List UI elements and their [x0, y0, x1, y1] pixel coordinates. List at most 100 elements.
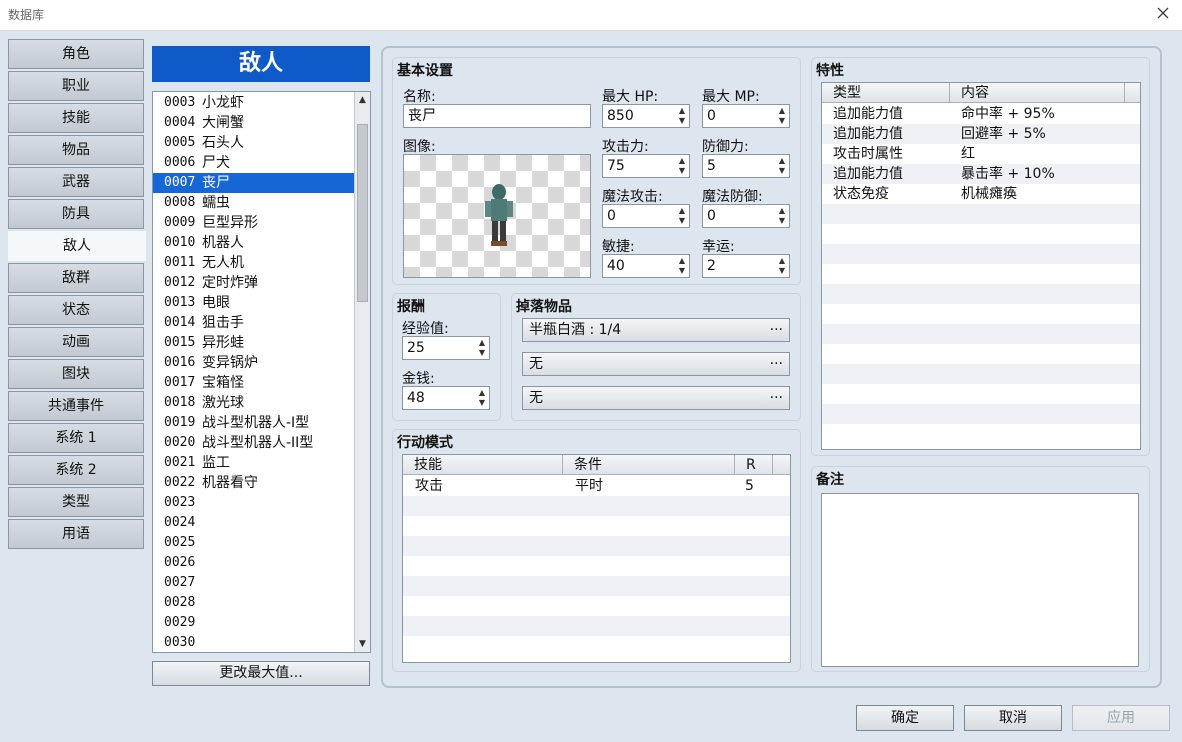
table-row[interactable]: 追加能力值 命中率 + 95% [822, 104, 1140, 124]
m-attack-stepper[interactable]: 0 ▲ ▼ [602, 204, 690, 228]
nav-item-12[interactable]: 系统 1 [8, 423, 144, 453]
list-item[interactable]: 0030 [153, 633, 354, 652]
max-hp-stepper[interactable]: 850 ▲ ▼ [602, 104, 690, 128]
table-row[interactable] [403, 596, 790, 616]
table-row[interactable] [822, 224, 1140, 244]
table-row[interactable]: 攻击时属性 红 [822, 144, 1140, 164]
table-row[interactable] [822, 264, 1140, 284]
table-row[interactable]: 状态免疫 机械瘫痪 [822, 184, 1140, 204]
spin-arrows-icon[interactable]: ▲ ▼ [777, 156, 787, 176]
list-item[interactable]: 0012 定时炸弹 [153, 273, 354, 293]
list-item[interactable]: 0007 丧尸 [153, 173, 354, 193]
drop-item-2[interactable]: 无 ··· [522, 352, 790, 376]
list-item[interactable]: 0009 巨型异形 [153, 213, 354, 233]
scroll-thumb[interactable] [357, 124, 368, 302]
spin-arrows-icon[interactable]: ▲ ▼ [677, 156, 687, 176]
col-condition[interactable]: 条件 [563, 455, 735, 475]
list-item[interactable]: 0022 机器看守 [153, 473, 354, 493]
nav-item-4[interactable]: 武器 [8, 167, 144, 197]
luck-stepper[interactable]: 2 ▲ ▼ [702, 254, 790, 278]
cancel-button[interactable]: 取消 [964, 705, 1062, 731]
list-item[interactable]: 0021 监工 [153, 453, 354, 473]
list-item[interactable]: 0024 [153, 513, 354, 533]
list-item[interactable]: 0008 蠕虫 [153, 193, 354, 213]
table-row[interactable] [822, 304, 1140, 324]
list-item[interactable]: 0023 [153, 493, 354, 513]
col-type[interactable]: 类型 [822, 83, 950, 103]
gold-stepper[interactable]: 48 ▲ ▼ [402, 386, 490, 410]
table-row[interactable] [403, 536, 790, 556]
enemy-image[interactable] [403, 154, 591, 278]
list-item[interactable]: 0004 大闸蟹 [153, 113, 354, 133]
table-row[interactable] [403, 616, 790, 636]
spin-arrows-icon[interactable]: ▲ ▼ [777, 206, 787, 226]
apply-button[interactable]: 应用 [1072, 705, 1170, 731]
table-row[interactable] [822, 404, 1140, 424]
list-item[interactable]: 0027 [153, 573, 354, 593]
scroll-down-icon[interactable]: ▼ [355, 636, 370, 652]
spin-arrows-icon[interactable]: ▲ ▼ [677, 106, 687, 126]
nav-item-0[interactable]: 角色 [8, 39, 144, 69]
list-item[interactable]: 0016 变异锅炉 [153, 353, 354, 373]
table-row[interactable] [822, 424, 1140, 444]
spin-arrows-icon[interactable]: ▲ ▼ [477, 388, 487, 408]
nav-item-5[interactable]: 防具 [8, 199, 144, 229]
list-item[interactable]: 0018 激光球 [153, 393, 354, 413]
table-row[interactable] [822, 384, 1140, 404]
list-item[interactable]: 0020 战斗型机器人-II型 [153, 433, 354, 453]
defense-stepper[interactable]: 5 ▲ ▼ [702, 154, 790, 178]
list-item[interactable]: 0015 异形蛙 [153, 333, 354, 353]
table-row[interactable] [403, 516, 790, 536]
table-row[interactable] [403, 496, 790, 516]
list-item[interactable]: 0029 [153, 613, 354, 633]
spin-arrows-icon[interactable]: ▲ ▼ [677, 256, 687, 276]
nav-item-2[interactable]: 技能 [8, 103, 144, 133]
spin-arrows-icon[interactable]: ▲ ▼ [677, 206, 687, 226]
nav-item-9[interactable]: 动画 [8, 327, 144, 357]
list-item[interactable]: 0014 狙击手 [153, 313, 354, 333]
table-row[interactable] [822, 204, 1140, 224]
nav-item-7[interactable]: 敌群 [8, 263, 144, 293]
list-item[interactable]: 0025 [153, 533, 354, 553]
ok-button[interactable]: 确定 [856, 705, 954, 731]
close-icon[interactable] [1154, 4, 1172, 22]
table-row[interactable] [822, 324, 1140, 344]
spin-arrows-icon[interactable]: ▲ ▼ [777, 106, 787, 126]
nav-item-13[interactable]: 系统 2 [8, 455, 144, 485]
list-item[interactable]: 0013 电眼 [153, 293, 354, 313]
nav-item-10[interactable]: 图块 [8, 359, 144, 389]
list-item[interactable]: 0026 [153, 553, 354, 573]
exp-stepper[interactable]: 25 ▲ ▼ [402, 336, 490, 360]
drop-item-3[interactable]: 无 ··· [522, 386, 790, 410]
spin-arrows-icon[interactable]: ▲ ▼ [477, 338, 487, 358]
name-field[interactable]: 丧尸 [403, 104, 591, 128]
notes-textarea[interactable] [821, 493, 1139, 667]
table-row[interactable]: 追加能力值 暴击率 + 10% [822, 164, 1140, 184]
agility-stepper[interactable]: 40 ▲ ▼ [602, 254, 690, 278]
list-item[interactable]: 0006 尸犬 [153, 153, 354, 173]
enemy-list-scrollbar[interactable]: ▲ ▼ [354, 92, 370, 652]
list-item[interactable]: 0003 小龙虾 [153, 93, 354, 113]
nav-item-3[interactable]: 物品 [8, 135, 144, 165]
col-skill[interactable]: 技能 [403, 455, 563, 475]
drop-item-1[interactable]: 半瓶白酒 : 1/4 ··· [522, 318, 790, 342]
m-defense-stepper[interactable]: 0 ▲ ▼ [702, 204, 790, 228]
traits-table[interactable]: 类型 内容 追加能力值 命中率 + 95% 追加能力值 回避率 + 5% 攻击时属性红追… [821, 82, 1141, 450]
nav-item-8[interactable]: 状态 [8, 295, 144, 325]
table-row[interactable] [403, 576, 790, 596]
table-row[interactable]: 追加能力值 回避率 + 5% [822, 124, 1140, 144]
nav-item-15[interactable]: 用语 [8, 519, 144, 549]
table-row[interactable] [822, 344, 1140, 364]
col-content[interactable]: 内容 [950, 83, 1125, 103]
nav-item-6[interactable]: 敌人 [8, 231, 146, 261]
list-item[interactable]: 0005 石头人 [153, 133, 354, 153]
list-item[interactable]: 0028 [153, 593, 354, 613]
enemy-list[interactable]: 0003 小龙虾 0004 大闸蟹 0005 石头人 0006 尸犬 0007 丧尸 0008 蠕虫 0… [152, 91, 371, 653]
table-row[interactable] [822, 284, 1140, 304]
nav-item-1[interactable]: 职业 [8, 71, 144, 101]
max-mp-stepper[interactable]: 0 ▲ ▼ [702, 104, 790, 128]
nav-item-14[interactable]: 类型 [8, 487, 144, 517]
table-row[interactable]: 攻击 平时 5 [403, 476, 790, 496]
attack-stepper[interactable]: 75 ▲ ▼ [602, 154, 690, 178]
table-row[interactable] [822, 244, 1140, 264]
